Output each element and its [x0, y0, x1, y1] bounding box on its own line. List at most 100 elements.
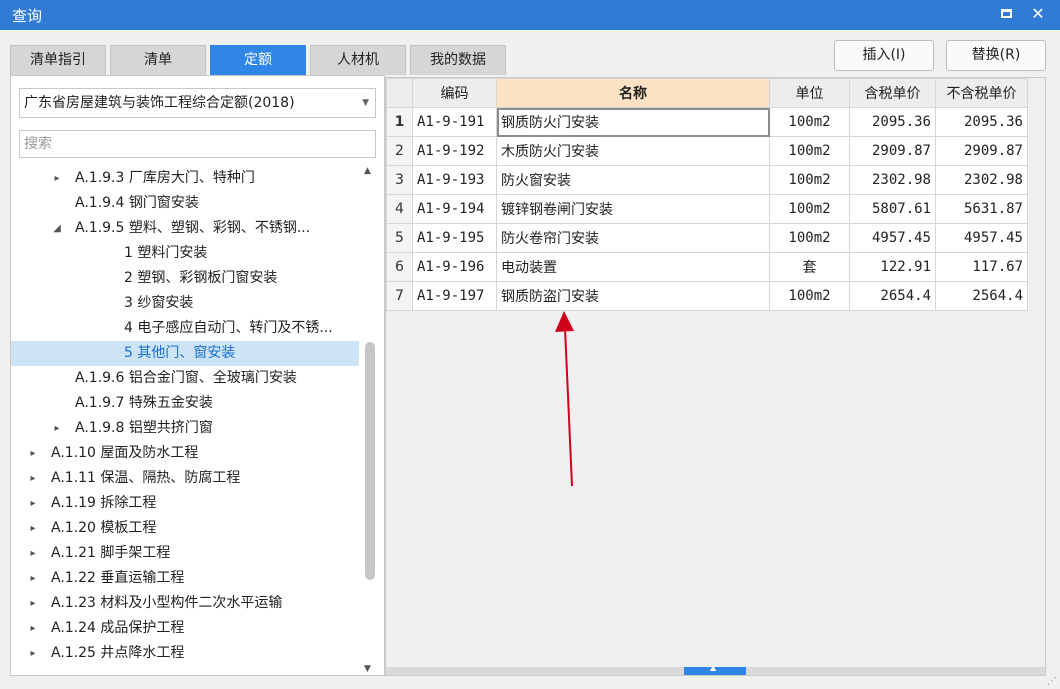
tree-node[interactable]: ▸ A.1.10 屋面及防水工程 [11, 441, 359, 466]
expand-arrow-icon[interactable]: ▸ [27, 441, 39, 466]
tree-node[interactable]: ▸ A.1.9.8 铝塑共挤门窗 [11, 416, 359, 441]
name-cell[interactable]: 木质防火门安装 [496, 136, 770, 166]
insert-button[interactable]: 插入(I) [834, 40, 934, 71]
unit-cell[interactable]: 100m2 [769, 165, 850, 195]
unit-cell[interactable]: 100m2 [769, 223, 850, 253]
tree-node[interactable]: ◢ A.1.9.5 塑料、塑钢、彩钢、不锈钢... [11, 216, 359, 241]
unit-cell[interactable]: 100m2 [769, 107, 850, 137]
table-row[interactable]: 1 A1-9-191 钢质防火门安装 100m2 2095.36 2095.36 [386, 107, 1028, 137]
expand-arrow-icon[interactable]: ▸ [27, 566, 39, 591]
row-number-cell[interactable]: 7 [386, 281, 413, 311]
price-notax-cell[interactable]: 2095.36 [935, 107, 1028, 137]
price-tax-cell[interactable]: 122.91 [849, 252, 936, 282]
code-cell[interactable]: A1-9-192 [412, 136, 497, 166]
code-cell[interactable]: A1-9-194 [412, 194, 497, 224]
price-notax-cell[interactable]: 117.67 [935, 252, 1028, 282]
tree-node[interactable]: 5 其他门、窗安装 [11, 341, 359, 366]
tab-quota[interactable]: 定额 [210, 45, 306, 75]
expand-arrow-icon[interactable]: ▸ [51, 166, 63, 191]
table-row[interactable]: 3 A1-9-193 防火窗安装 100m2 2302.98 2302.98 [386, 165, 1028, 195]
col-header-unit[interactable]: 单位 [769, 78, 850, 108]
table-row[interactable]: 6 A1-9-196 电动装置套 122.91 117.67 [386, 252, 1028, 282]
unit-cell[interactable]: 100m2 [769, 281, 850, 311]
expand-arrow-icon[interactable]: ▸ [27, 466, 39, 491]
tree-node[interactable]: ▸ A.1.19 拆除工程 [11, 491, 359, 516]
maximize-button[interactable] [996, 3, 1018, 25]
tree-node[interactable]: ▸ A.1.11 保温、隔热、防腐工程 [11, 466, 359, 491]
row-number-cell[interactable]: 4 [386, 194, 413, 224]
tree-node[interactable]: 1 塑料门安装 [11, 241, 359, 266]
code-cell[interactable]: A1-9-191 [412, 107, 497, 137]
tree-node[interactable]: A.1.9.6 铝合金门窗、全玻璃门安装 [11, 366, 359, 391]
table-row[interactable]: 7 A1-9-197 钢质防盗门安装 100m2 2654.4 2564.4 [386, 281, 1028, 311]
name-cell[interactable]: 钢质防火门安装 [496, 107, 770, 137]
code-cell[interactable]: A1-9-195 [412, 223, 497, 253]
code-cell[interactable]: A1-9-196 [412, 252, 497, 282]
name-cell[interactable]: 电动装置 [496, 252, 770, 282]
table-row[interactable]: 4 A1-9-194 镀锌钢卷闸门安装 100m2 5807.61 5631.87 [386, 194, 1028, 224]
scrollbar-thumb[interactable] [365, 342, 375, 580]
row-number-cell[interactable]: 6 [386, 252, 413, 282]
replace-button[interactable]: 替换(R) [946, 40, 1046, 71]
tree-node[interactable]: 3 纱窗安装 [11, 291, 359, 316]
bottom-splitter[interactable]: ▲ [386, 663, 1045, 675]
tree-scrollbar[interactable]: ▲ ▼ [360, 166, 380, 674]
tree-node[interactable]: ▸ A.1.9.3 厂库房大门、特种门 [11, 166, 359, 191]
tree-node[interactable]: ▸ A.1.25 井点降水工程 [11, 641, 359, 666]
row-number-cell[interactable]: 1 [386, 107, 413, 137]
tree-node[interactable]: ▸ A.1.20 模板工程 [11, 516, 359, 541]
price-notax-cell[interactable]: 4957.45 [935, 223, 1028, 253]
price-notax-cell[interactable]: 5631.87 [935, 194, 1028, 224]
table-row[interactable]: 5 A1-9-195 防火卷帘门安装 100m2 4957.45 4957.45 [386, 223, 1028, 253]
expand-arrow-icon[interactable]: ▸ [27, 516, 39, 541]
tree-node[interactable]: A.1.9.4 钢门窗安装 [11, 191, 359, 216]
row-number-cell[interactable]: 2 [386, 136, 413, 166]
price-tax-cell[interactable]: 2302.98 [849, 165, 936, 195]
code-cell[interactable]: A1-9-197 [412, 281, 497, 311]
price-notax-cell[interactable]: 2302.98 [935, 165, 1028, 195]
price-notax-cell[interactable]: 2564.4 [935, 281, 1028, 311]
row-number-cell[interactable]: 5 [386, 223, 413, 253]
unit-cell[interactable]: 100m2 [769, 136, 850, 166]
search-input[interactable] [19, 130, 376, 158]
expand-arrow-icon[interactable]: ▸ [27, 591, 39, 616]
close-button[interactable]: ✕ [1027, 3, 1049, 25]
library-select[interactable]: 广东省房屋建筑与装饰工程综合定额(2018) ▼ [19, 88, 376, 118]
expand-arrow-icon[interactable]: ▸ [27, 541, 39, 566]
row-number-cell[interactable]: 3 [386, 165, 413, 195]
name-cell[interactable]: 防火卷帘门安装 [496, 223, 770, 253]
tab-my-data[interactable]: 我的数据 [410, 45, 506, 75]
tree-node[interactable]: 2 塑钢、彩钢板门窗安装 [11, 266, 359, 291]
col-header-price-tax[interactable]: 含税单价 [849, 78, 936, 108]
tree-node[interactable]: ▸ A.1.22 垂直运输工程 [11, 566, 359, 591]
price-tax-cell[interactable]: 2909.87 [849, 136, 936, 166]
tab-labor-material[interactable]: 人材机 [310, 45, 406, 75]
tab-bill-guide[interactable]: 清单指引 [10, 45, 106, 75]
code-cell[interactable]: A1-9-193 [412, 165, 497, 195]
splitter-handle[interactable]: ▲ [684, 663, 746, 675]
resize-grip-icon[interactable]: ⋰ [1047, 676, 1057, 687]
tree-node[interactable]: ▸ A.1.23 材料及小型构件二次水平运输 [11, 591, 359, 616]
name-cell[interactable]: 镀锌钢卷闸门安装 [496, 194, 770, 224]
tree-node[interactable]: 4 电子感应自动门、转门及不锈... [11, 316, 359, 341]
price-tax-cell[interactable]: 4957.45 [849, 223, 936, 253]
col-header-name[interactable]: 名称 [496, 78, 770, 108]
unit-cell[interactable]: 100m2 [769, 194, 850, 224]
tab-bill[interactable]: 清单 [110, 45, 206, 75]
price-notax-cell[interactable]: 2909.87 [935, 136, 1028, 166]
collapse-arrow-icon[interactable]: ◢ [51, 216, 63, 241]
expand-arrow-icon[interactable]: ▸ [51, 416, 63, 441]
tree-node[interactable]: ▸ A.1.24 成品保护工程 [11, 616, 359, 641]
price-tax-cell[interactable]: 2095.36 [849, 107, 936, 137]
expand-arrow-icon[interactable]: ▸ [27, 616, 39, 641]
name-cell[interactable]: 防火窗安装 [496, 165, 770, 195]
col-header-price-notax[interactable]: 不含税单价 [935, 78, 1028, 108]
unit-cell[interactable]: 套 [769, 252, 850, 282]
scroll-down-icon[interactable]: ▼ [364, 664, 371, 674]
tree-node[interactable]: A.1.9.7 特殊五金安装 [11, 391, 359, 416]
price-tax-cell[interactable]: 2654.4 [849, 281, 936, 311]
name-cell[interactable]: 钢质防盗门安装 [496, 281, 770, 311]
expand-arrow-icon[interactable]: ▸ [27, 641, 39, 666]
table-row[interactable]: 2 A1-9-192 木质防火门安装 100m2 2909.87 2909.87 [386, 136, 1028, 166]
tree-node[interactable]: ▸ A.1.21 脚手架工程 [11, 541, 359, 566]
